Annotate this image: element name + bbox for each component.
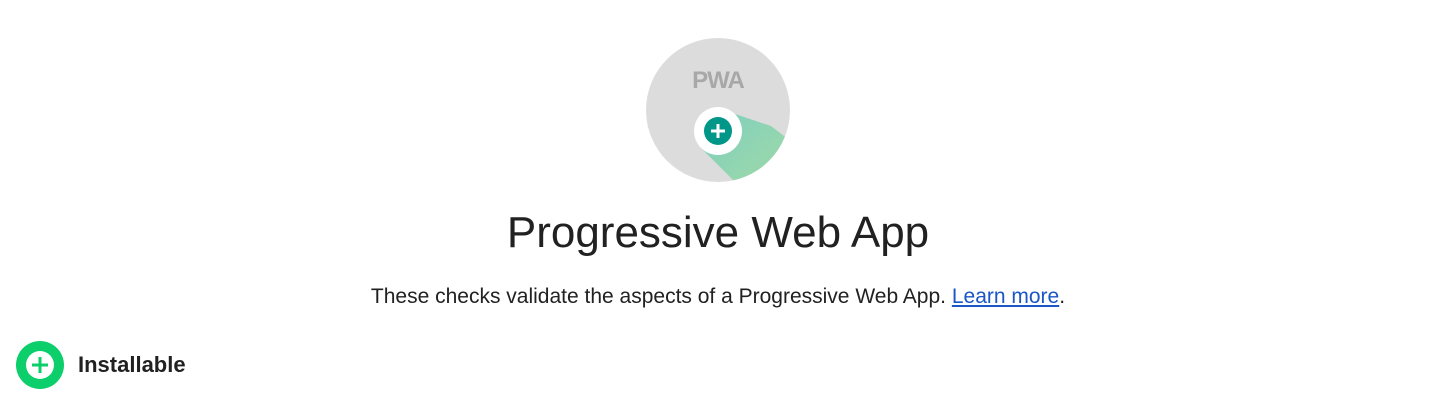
group-title: Installable — [78, 352, 186, 377]
description-text: These checks validate the aspects of a P… — [370, 285, 946, 308]
learn-more-link[interactable]: Learn more — [952, 285, 1059, 308]
plus-circle-icon — [16, 341, 64, 389]
group-installable: Installable — [16, 341, 186, 389]
pwa-category-logo: PWA — [646, 38, 790, 182]
category-description: These checks validate the aspects of a P… — [0, 285, 1436, 309]
pwa-logo-text: PWA — [692, 67, 744, 94]
period: . — [1059, 285, 1066, 308]
category-title: Progressive Web App — [506, 208, 930, 257]
